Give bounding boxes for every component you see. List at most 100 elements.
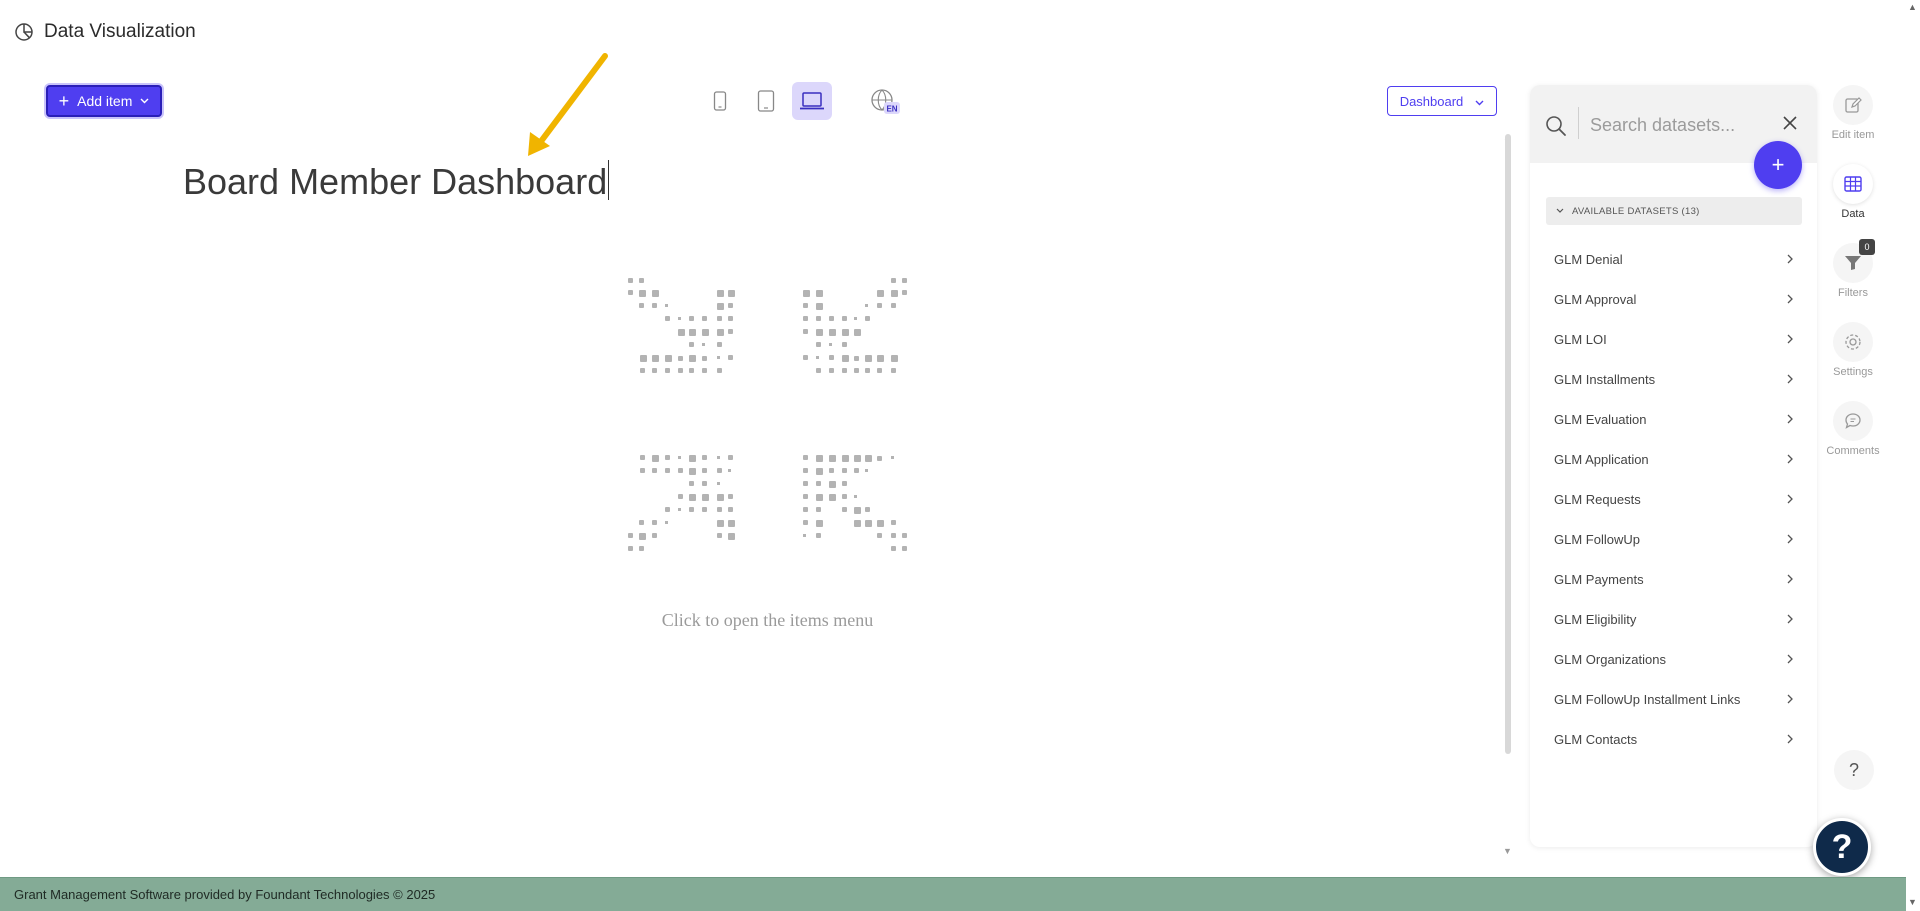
question-icon: ? [1831, 827, 1853, 866]
edit-icon [1833, 85, 1873, 125]
rail-settings-label: Settings [1833, 366, 1873, 378]
tablet-icon [757, 90, 775, 112]
chevron-right-icon [1787, 534, 1793, 544]
rail-comments[interactable]: Comments [1817, 401, 1889, 457]
dataset-item[interactable]: GLM Contacts [1546, 719, 1802, 759]
dataset-item[interactable]: GLM Organizations [1546, 639, 1802, 679]
dataset-name: GLM Application [1554, 451, 1649, 467]
dot-grid-bottom-right [803, 455, 907, 551]
chevron-right-icon [1787, 334, 1793, 344]
dot-grid-bottom-left [628, 455, 735, 551]
dataset-name: GLM LOI [1554, 331, 1607, 347]
rail-comments-label: Comments [1826, 445, 1880, 457]
chevron-right-icon [1787, 694, 1793, 704]
chevron-right-icon [1787, 734, 1793, 744]
footer: Grant Management Software provided by Fo… [0, 877, 1906, 911]
dataset-name: GLM Evaluation [1554, 411, 1647, 427]
dataset-item[interactable]: GLM Payments [1546, 559, 1802, 599]
right-rail: Edit item Data 0 Filters Settings Commen… [1817, 85, 1889, 865]
add-dataset-button[interactable]: + [1754, 141, 1802, 189]
dataset-name: GLM FollowUp Installment Links [1554, 691, 1741, 707]
language-button[interactable]: EN [870, 88, 902, 116]
text-caret [608, 160, 610, 200]
plus-icon: + [1771, 152, 1785, 177]
app-root: Data Visualization + Add item EN Dashboa… [0, 0, 1920, 911]
dashboard-select[interactable]: Dashboard [1387, 86, 1497, 116]
device-toggle-group [700, 82, 832, 120]
rail-settings[interactable]: Settings [1817, 322, 1889, 378]
filters-count-badge: 0 [1859, 239, 1875, 255]
support-chat-button[interactable]: ? [1813, 818, 1871, 876]
chevron-down-icon [140, 96, 149, 107]
dataset-name: GLM Requests [1554, 491, 1641, 507]
page-scroll-up-icon[interactable]: ▲ [1908, 2, 1917, 12]
dataset-name: GLM Organizations [1554, 651, 1666, 667]
dataset-name: GLM Denial [1554, 251, 1623, 267]
dataset-item[interactable]: GLM Application [1546, 439, 1802, 479]
dashboard-select-label: Dashboard [1399, 93, 1464, 109]
chevron-down-icon [1475, 94, 1484, 109]
dataset-item[interactable]: GLM LOI [1546, 319, 1802, 359]
dataset-name: GLM Approval [1554, 291, 1637, 307]
dataset-name: GLM Payments [1554, 571, 1644, 587]
dataset-item[interactable]: GLM Eligibility [1546, 599, 1802, 639]
rail-data[interactable]: Data [1817, 164, 1889, 220]
empty-dashboard-illustration[interactable] [625, 275, 910, 560]
rail-edit-item-label: Edit item [1831, 129, 1875, 141]
add-item-label: Add item [77, 93, 133, 109]
dataset-item[interactable]: GLM Denial [1546, 239, 1802, 279]
rail-edit-item[interactable]: Edit item [1817, 85, 1889, 141]
rail-filters[interactable]: 0 Filters [1817, 239, 1889, 299]
dataset-name: GLM FollowUp [1554, 531, 1640, 547]
chevron-right-icon [1787, 574, 1793, 584]
dataset-item[interactable]: GLM Requests [1546, 479, 1802, 519]
chevron-right-icon [1787, 494, 1793, 504]
chevron-down-icon [1556, 206, 1564, 217]
help-button[interactable]: ? [1834, 750, 1874, 790]
plus-icon: + [58, 91, 70, 111]
search-datasets-input[interactable] [1590, 111, 1770, 139]
dot-grid-top-right [803, 278, 907, 373]
mobile-view-button[interactable] [700, 82, 740, 120]
available-datasets-toggle[interactable]: AVAILABLE DATASETS (13) [1546, 197, 1802, 225]
dataset-item[interactable]: GLM Evaluation [1546, 399, 1802, 439]
comment-icon [1833, 401, 1873, 441]
chevron-right-icon [1787, 294, 1793, 304]
canvas-scrollbar[interactable] [1505, 134, 1511, 754]
dataset-name: GLM Contacts [1554, 731, 1638, 747]
chevron-right-icon [1787, 414, 1793, 424]
search-icon [1544, 114, 1568, 138]
footer-text: Grant Management Software provided by Fo… [14, 887, 436, 902]
gear-icon [1833, 322, 1873, 362]
dataset-item[interactable]: GLM Approval [1546, 279, 1802, 319]
rail-filters-label: Filters [1838, 287, 1868, 299]
tablet-view-button[interactable] [746, 82, 786, 120]
page-scroll-down-icon[interactable]: ▼ [1908, 897, 1917, 907]
dataset-item[interactable]: GLM FollowUp [1546, 519, 1802, 559]
dataset-name: GLM Eligibility [1554, 611, 1637, 627]
annotation-arrow-icon [528, 53, 608, 156]
chevron-right-icon [1787, 614, 1793, 624]
datasets-panel: + AVAILABLE DATASETS (13) GLM Denial GLM… [1530, 85, 1817, 847]
dataset-list: GLM Denial GLM Approval GLM LOI GLM Inst… [1546, 239, 1802, 759]
desktop-view-button[interactable] [792, 82, 832, 120]
chevron-right-icon [1787, 454, 1793, 464]
dataset-name: GLM Installments [1554, 371, 1656, 387]
table-icon [1833, 164, 1873, 204]
chevron-right-icon [1787, 254, 1793, 264]
language-badge: EN [886, 105, 897, 114]
dashboard-title-text: Board Member Dashboard [183, 161, 608, 202]
dashboard-title-input[interactable]: Board Member Dashboard [183, 160, 610, 203]
dataset-item[interactable]: GLM FollowUp Installment Links [1546, 679, 1802, 719]
canvas-scroll-down-icon[interactable]: ▼ [1503, 846, 1512, 856]
close-icon[interactable] [1778, 111, 1802, 135]
available-datasets-label: AVAILABLE DATASETS (13) [1572, 205, 1700, 217]
empty-state-hint[interactable]: Click to open the items menu [600, 610, 935, 631]
add-item-button[interactable]: + Add item [46, 85, 162, 117]
dot-grid-top-left [628, 278, 735, 373]
pie-chart-icon [14, 22, 34, 42]
app-title: Data Visualization [44, 21, 196, 42]
laptop-icon [800, 92, 824, 110]
question-icon: ? [1848, 759, 1859, 780]
dataset-item[interactable]: GLM Installments [1546, 359, 1802, 399]
